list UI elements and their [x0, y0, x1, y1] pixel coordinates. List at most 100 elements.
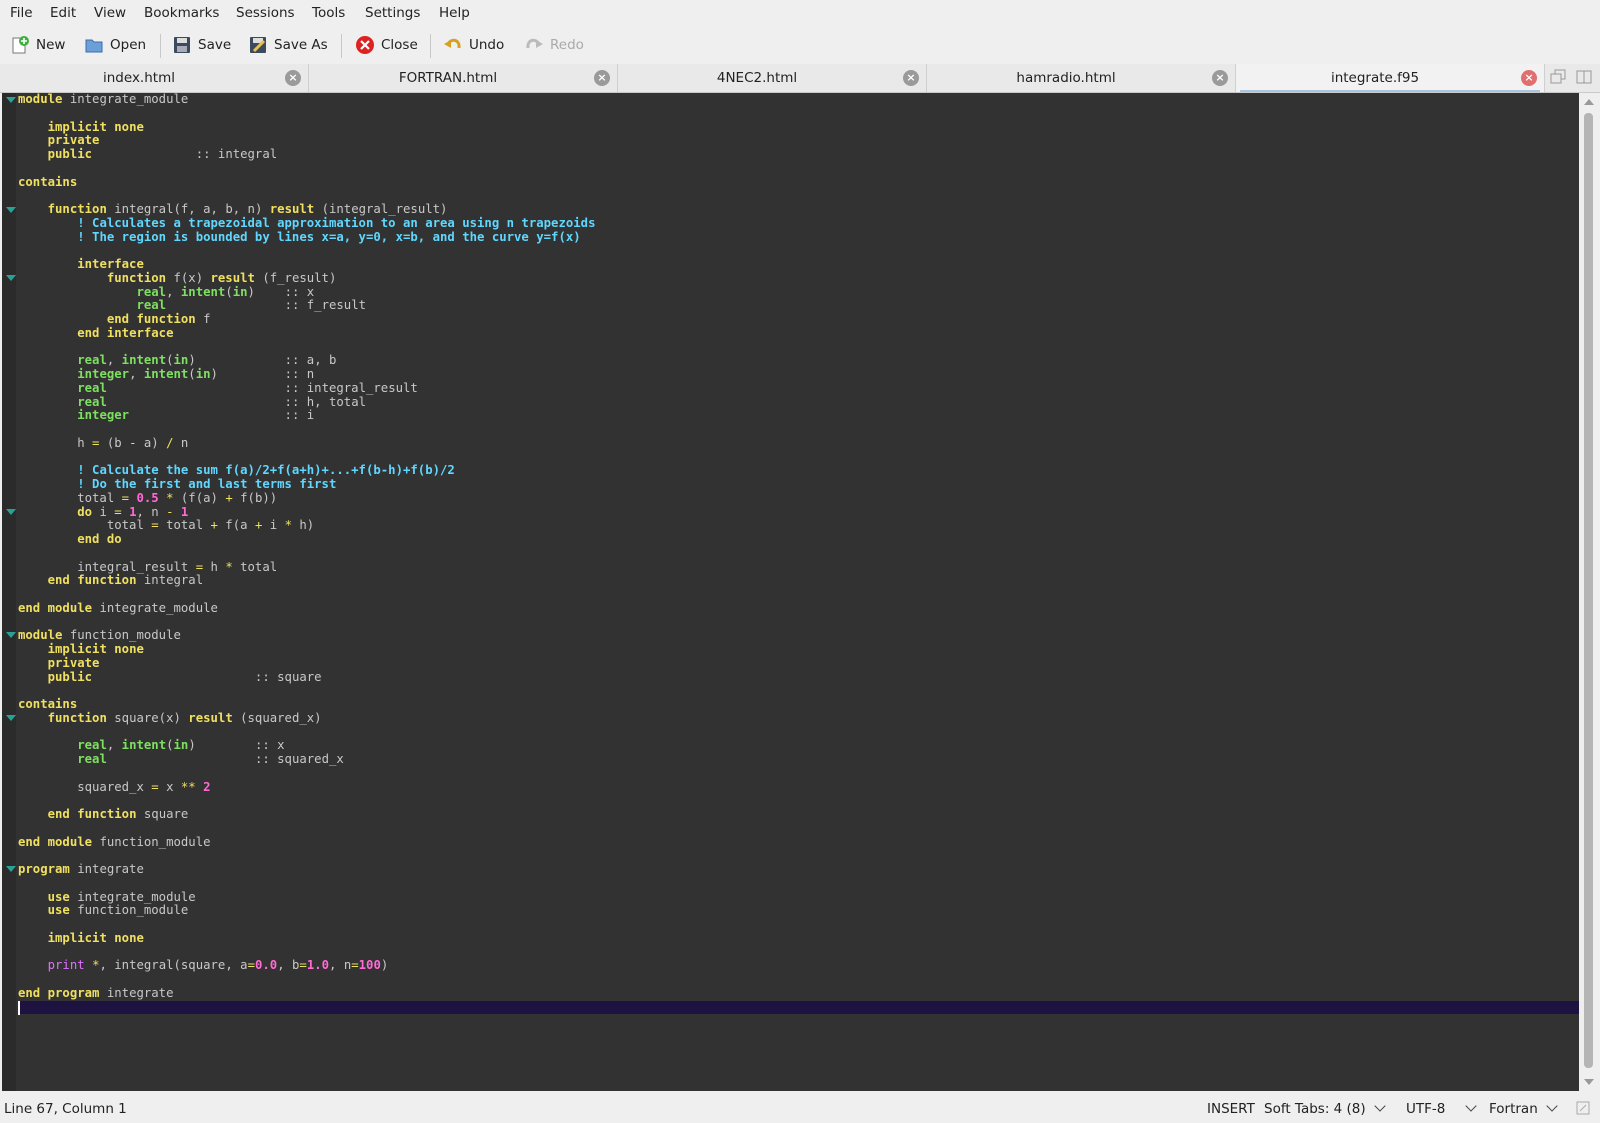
detach-tab-icon[interactable]: [1550, 69, 1566, 85]
code-line[interactable]: ​: [18, 588, 1579, 602]
code-line[interactable]: ​: [18, 973, 1579, 987]
code-line[interactable]: end do: [18, 532, 1579, 547]
code-line[interactable]: real :: f_result: [18, 298, 1579, 313]
code-line[interactable]: ​: [18, 423, 1579, 437]
save-button[interactable]: Save: [172, 32, 231, 58]
fold-marker-icon[interactable]: [6, 97, 16, 103]
menu-bookmarks[interactable]: Bookmarks: [144, 5, 219, 21]
code-line[interactable]: implicit none: [18, 642, 1579, 657]
fold-marker-icon[interactable]: [6, 632, 16, 638]
code-line[interactable]: end function integral: [18, 573, 1579, 588]
code-line[interactable]: ​: [18, 849, 1579, 863]
code-line[interactable]: total = 0.5 * (f(a) + f(b)): [18, 491, 1579, 506]
code-line[interactable]: squared_x = x ** 2: [18, 780, 1579, 795]
code-line[interactable]: function f(x) result (f_result): [18, 271, 1579, 286]
fold-marker-icon[interactable]: [6, 207, 16, 213]
undo-button[interactable]: Undo: [443, 32, 504, 58]
code-line[interactable]: implicit none: [18, 120, 1579, 135]
scroll-down-icon[interactable]: [1584, 1079, 1594, 1085]
fold-marker-icon[interactable]: [6, 275, 16, 281]
menu-view[interactable]: View: [94, 5, 126, 21]
menu-file[interactable]: File: [10, 5, 33, 21]
menu-settings[interactable]: Settings: [365, 5, 420, 21]
language-selector[interactable]: Fortran: [1489, 1100, 1558, 1117]
code-line[interactable]: ​: [18, 162, 1579, 176]
input-mode[interactable]: INSERT: [1207, 1101, 1255, 1117]
tab-close-icon[interactable]: ×: [1521, 70, 1537, 86]
fold-marker-icon[interactable]: [6, 866, 16, 872]
code-line[interactable]: private: [18, 656, 1579, 671]
code-line[interactable]: ​: [18, 767, 1579, 781]
indentation-selector[interactable]: Soft Tabs: 4 (8): [1264, 1100, 1386, 1117]
fold-marker-icon[interactable]: [6, 715, 16, 721]
redo-button[interactable]: Redo: [524, 32, 584, 58]
code-line[interactable]: ​: [18, 189, 1579, 203]
tab-close-icon[interactable]: ×: [285, 70, 301, 86]
tab-hamradio-html[interactable]: hamradio.html ×: [927, 64, 1236, 92]
fold-marker-icon[interactable]: [6, 509, 16, 515]
code-text[interactable]: module integrate_module​ implicit none p…: [18, 93, 1579, 1015]
code-line[interactable]: use function_module: [18, 903, 1579, 918]
code-line[interactable]: end function f: [18, 312, 1579, 327]
code-line[interactable]: ​: [18, 726, 1579, 740]
code-editor[interactable]: module integrate_module​ implicit none p…: [2, 93, 1579, 1091]
code-line[interactable]: h = (b - a) / n: [18, 436, 1579, 451]
code-line[interactable]: implicit none: [18, 931, 1579, 946]
tab-index-html[interactable]: index.html ×: [0, 64, 309, 92]
code-line[interactable]: ​: [18, 1000, 1579, 1015]
code-line[interactable]: ​: [18, 616, 1579, 630]
code-line[interactable]: end function square: [18, 807, 1579, 822]
code-line[interactable]: total = total + f(a + i * h): [18, 518, 1579, 533]
open-button[interactable]: Open: [84, 32, 146, 58]
save-as-button[interactable]: Save As: [248, 32, 328, 58]
tab-4nec2-html[interactable]: 4NEC2.html ×: [618, 64, 927, 92]
tab-close-icon[interactable]: ×: [903, 70, 919, 86]
tab-integrate-f95[interactable]: integrate.f95 ×: [1236, 64, 1545, 92]
code-line[interactable]: public :: square: [18, 670, 1579, 685]
code-line[interactable]: real, intent(in) :: a, b: [18, 353, 1579, 368]
code-line[interactable]: interface: [18, 257, 1579, 272]
code-line[interactable]: ! The region is bounded by lines x=a, y=…: [18, 230, 1579, 245]
code-line[interactable]: ​: [18, 684, 1579, 698]
code-line[interactable]: end module function_module: [18, 835, 1579, 850]
close-button[interactable]: Close: [355, 32, 418, 58]
code-line[interactable]: ​: [18, 107, 1579, 121]
tab-close-icon[interactable]: ×: [1212, 70, 1228, 86]
code-line[interactable]: ! Calculates a trapezoidal approximation…: [18, 216, 1579, 231]
code-line[interactable]: do i = 1, n - 1: [18, 505, 1579, 520]
code-line[interactable]: ​: [18, 794, 1579, 808]
code-line[interactable]: real :: integral_result: [18, 381, 1579, 396]
code-line[interactable]: contains: [18, 175, 1579, 190]
code-line[interactable]: program integrate: [18, 862, 1579, 877]
code-line[interactable]: ! Calculate the sum f(a)/2+f(a+h)+...+f(…: [18, 463, 1579, 478]
code-line[interactable]: ​: [18, 341, 1579, 355]
code-line[interactable]: module function_module: [18, 628, 1579, 643]
tab-close-icon[interactable]: ×: [594, 70, 610, 86]
code-line[interactable]: real, intent(in) :: x: [18, 738, 1579, 753]
menu-edit[interactable]: Edit: [50, 5, 76, 21]
code-line[interactable]: end interface: [18, 326, 1579, 341]
code-line[interactable]: function square(x) result (squared_x): [18, 711, 1579, 726]
tab-fortran-html[interactable]: FORTRAN.html ×: [309, 64, 618, 92]
code-line[interactable]: ​: [18, 877, 1579, 891]
code-line[interactable]: end module integrate_module: [18, 601, 1579, 616]
menu-help[interactable]: Help: [439, 5, 470, 21]
menu-tools[interactable]: Tools: [312, 5, 345, 21]
code-line[interactable]: ​: [18, 946, 1579, 960]
code-line[interactable]: public :: integral: [18, 147, 1579, 162]
code-line[interactable]: contains: [18, 697, 1579, 712]
code-line[interactable]: ​: [18, 244, 1579, 258]
encoding-selector[interactable]: UTF-8: [1406, 1100, 1478, 1117]
scrollbar-thumb[interactable]: [1584, 113, 1593, 1068]
code-line[interactable]: use integrate_module: [18, 890, 1579, 905]
code-line[interactable]: real, intent(in) :: x: [18, 285, 1579, 300]
new-button[interactable]: New: [10, 32, 65, 58]
code-line[interactable]: function integral(f, a, b, n) result (in…: [18, 202, 1579, 217]
code-line[interactable]: ​: [18, 451, 1579, 465]
scroll-up-icon[interactable]: [1584, 99, 1594, 105]
code-line[interactable]: module integrate_module: [18, 93, 1579, 107]
notes-icon[interactable]: [1575, 1100, 1591, 1120]
code-line[interactable]: integer, intent(in) :: n: [18, 367, 1579, 382]
vertical-scrollbar[interactable]: [1580, 93, 1598, 1091]
code-line[interactable]: ​: [18, 918, 1579, 932]
